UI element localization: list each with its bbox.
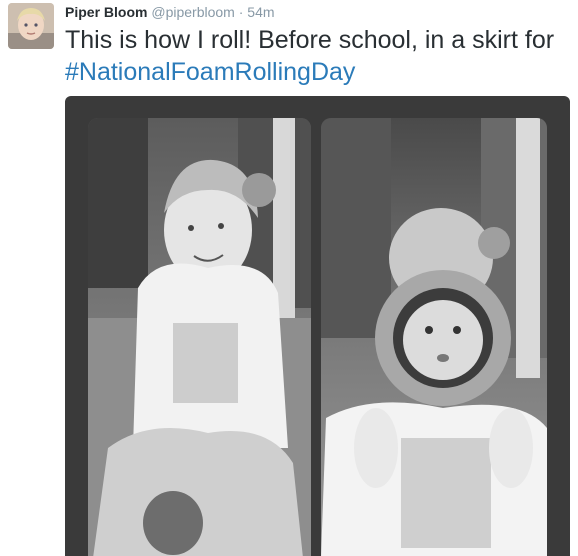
tweet-header: Piper Bloom @piperbloom · 54m xyxy=(65,3,275,21)
tweet: Piper Bloom @piperbloom · 54m This is ho… xyxy=(0,0,578,556)
tweet-media[interactable] xyxy=(65,96,570,556)
author-name[interactable]: Piper Bloom xyxy=(65,4,147,20)
tweet-text: This is how I roll! Before school, in a … xyxy=(65,24,570,88)
photo-right-image xyxy=(321,118,547,556)
photo-left[interactable] xyxy=(88,118,311,556)
separator-dot: · xyxy=(238,4,244,20)
photo-right[interactable] xyxy=(321,118,547,556)
author-handle[interactable]: @piperbloom xyxy=(151,4,234,20)
photo-left-image xyxy=(88,118,311,556)
avatar-image xyxy=(8,3,54,49)
timestamp[interactable]: 54m xyxy=(247,4,274,20)
hashtag-link[interactable]: #NationalFoamRollingDay xyxy=(65,58,355,86)
tweet-text-main: This is how I roll! Before school, in a … xyxy=(65,26,555,54)
avatar[interactable] xyxy=(8,3,54,49)
